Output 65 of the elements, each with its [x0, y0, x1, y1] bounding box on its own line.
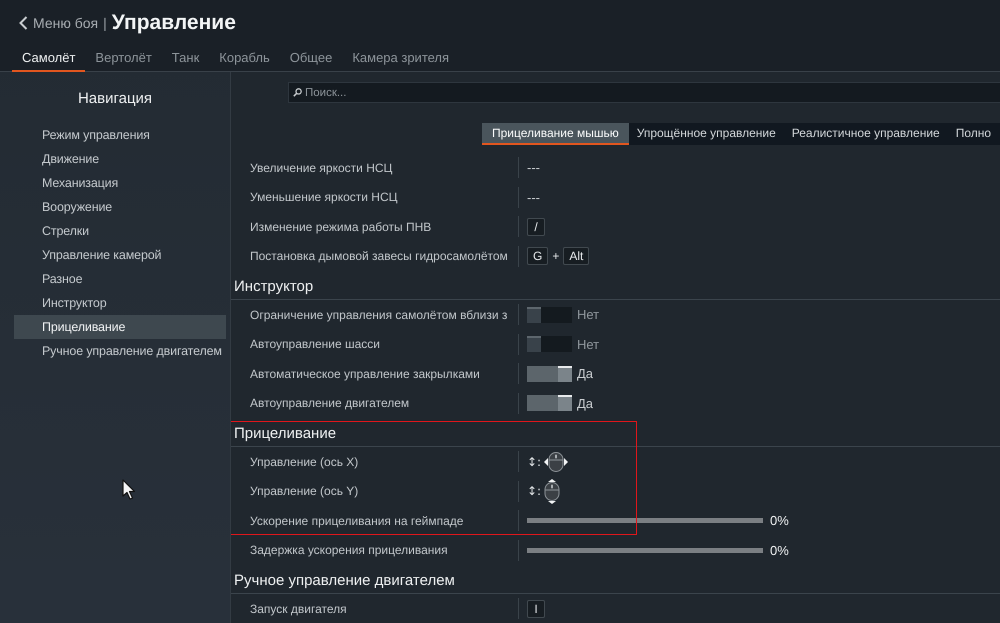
mode-tab[interactable]: Упрощённое управление: [628, 123, 784, 145]
setting-label: Автоматическое управление закрылками: [250, 366, 480, 381]
navigation-item[interactable]: Вооружение: [14, 195, 226, 219]
key-cap[interactable]: /: [527, 218, 545, 236]
mouse-left-right-icon: [544, 452, 568, 472]
setting-label: Увеличение яркости НСЦ: [250, 160, 392, 175]
mode-tab[interactable]: Прицеливание мышью: [482, 123, 629, 145]
setting-label: Управление (ось X): [250, 454, 358, 469]
toggle-switch[interactable]: [527, 395, 572, 412]
mode-tab[interactable]: Реалистичное управление: [784, 123, 948, 145]
setting-label: Управление (ось Y): [250, 484, 358, 498]
slider-track[interactable]: [527, 548, 763, 553]
vehicle-tab[interactable]: Танк: [162, 45, 210, 72]
vehicle-tab[interactable]: Камера зрителя: [342, 45, 460, 72]
navigation-item[interactable]: Ручное управление двигателем: [14, 339, 226, 363]
navigation-item[interactable]: Механизация: [14, 171, 226, 195]
section-title: Прицеливание: [234, 424, 336, 442]
navigation-item[interactable]: Движение: [14, 147, 226, 171]
toggle-label: Да: [577, 396, 594, 411]
vehicle-tab[interactable]: Вертолёт: [85, 45, 162, 72]
toggle-switch[interactable]: [527, 336, 572, 352]
setting-label: Уменьшение яркости НСЦ: [250, 190, 398, 204]
chevron-left-icon: [19, 16, 28, 30]
slider-reading: 0%: [770, 513, 789, 528]
setting-label: Постановка дымовой завесы гидросамолётом: [250, 249, 508, 264]
setting-label: Запуск двигателя: [250, 602, 347, 616]
section-title: Ручное управление двигателем: [234, 572, 455, 588]
toggle-label: Нет: [577, 307, 600, 322]
plus-sign: +: [552, 249, 560, 264]
slider-track[interactable]: [527, 518, 763, 524]
vehicle-tab[interactable]: Корабль: [209, 45, 280, 72]
binding-text: ---: [527, 190, 540, 205]
navigation-item[interactable]: Режим управления: [14, 123, 226, 147]
setting-label: Задержка ускорения прицеливания: [250, 543, 448, 558]
navigation-item[interactable]: Стрелки: [14, 219, 226, 243]
navigation-title: Навигация: [76, 89, 154, 109]
toggle-label: Нет: [577, 336, 600, 352]
key-cap[interactable]: Alt: [563, 247, 590, 266]
setting-label: Ускорение прицеливания на геймпаде: [250, 514, 464, 528]
back-button[interactable]: Меню боя: [19, 14, 98, 30]
key-cap[interactable]: G: [527, 247, 548, 266]
navigation-item[interactable]: Инструктор: [14, 291, 226, 315]
toggle-switch[interactable]: [527, 306, 572, 323]
mouse-pointer-icon: [122, 479, 136, 500]
mode-tab[interactable]: Полно: [948, 123, 1000, 145]
toggle-label: Да: [577, 366, 594, 382]
section-title: Инструктор: [234, 278, 314, 294]
setting-label: Автоуправление двигателем: [250, 396, 410, 410]
page-title: Управление: [112, 10, 236, 34]
navigation-item[interactable]: Прицеливание: [14, 315, 226, 339]
search-icon: [293, 88, 302, 97]
axis-prefix: ↕:: [527, 454, 542, 469]
setting-label: Автоуправление шасси: [250, 337, 380, 352]
navigation-item[interactable]: Разное: [14, 267, 226, 291]
key-cap[interactable]: I: [527, 600, 545, 618]
setting-label: Ограничение управления самолётом вблизи з: [250, 308, 508, 322]
toggle-switch[interactable]: [527, 366, 572, 382]
axis-prefix: ↕:: [527, 484, 542, 498]
slider-reading: 0%: [770, 542, 789, 558]
navigation-item[interactable]: Управление камерой: [14, 243, 226, 267]
setting-label: Изменение режима работы ПНВ: [250, 220, 432, 234]
vehicle-tab[interactable]: Общее: [280, 45, 342, 72]
binding-text: ---: [527, 160, 540, 176]
title-separator: |: [103, 14, 107, 30]
search-field[interactable]: Поиск...: [288, 82, 1000, 103]
